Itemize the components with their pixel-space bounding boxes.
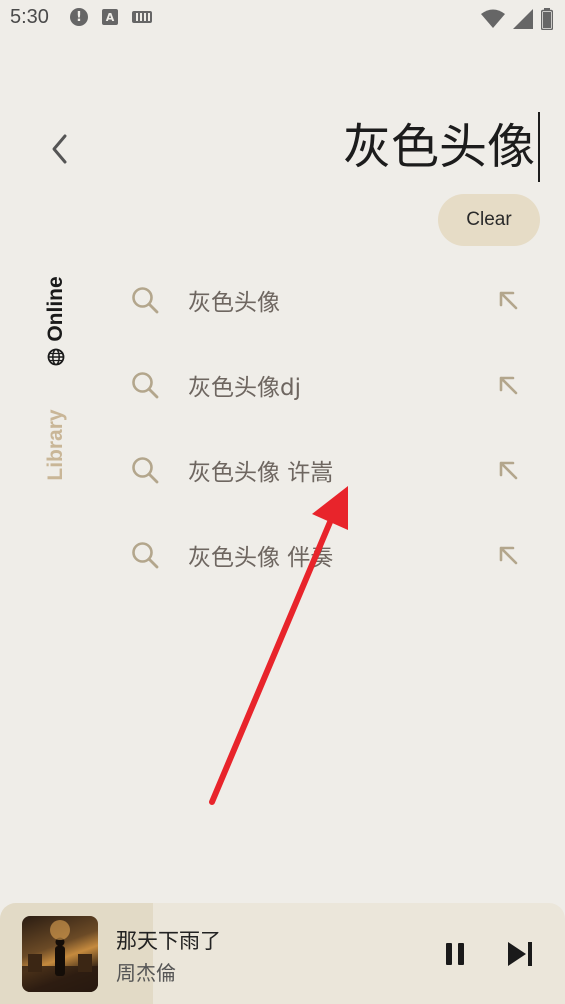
- search-icon: [132, 457, 159, 484]
- arrow-up-left-icon[interactable]: [494, 456, 522, 484]
- search-icon: [132, 542, 159, 569]
- alert-icon: !: [70, 8, 88, 26]
- song-title: 那天下雨了: [116, 929, 221, 953]
- search-icon: [132, 372, 159, 399]
- notification-icons: ! A: [70, 8, 152, 26]
- tab-online[interactable]: Online: [41, 271, 71, 371]
- search-input[interactable]: 灰色头像: [343, 112, 540, 182]
- tab-online-label: Online: [44, 276, 67, 342]
- album-art[interactable]: [22, 916, 98, 992]
- song-artist: 周杰倫: [116, 961, 176, 985]
- now-playing-bar[interactable]: 那天下雨了 周杰倫: [0, 903, 565, 1004]
- suggestion-text: 灰色头像: [188, 290, 280, 316]
- suggestion-text: 灰色头像 许嵩: [188, 460, 334, 486]
- suggestion-item[interactable]: 灰色头像 伴奏: [130, 525, 530, 585]
- tab-library[interactable]: Library: [41, 395, 71, 495]
- tab-library-label: Library: [44, 409, 67, 481]
- album-art-figure: [22, 920, 98, 992]
- keyboard-icon: [132, 11, 152, 23]
- status-bar: 5:30 ! A: [0, 0, 565, 38]
- signal-icon: [513, 9, 533, 29]
- arrow-up-left-icon[interactable]: [494, 371, 522, 399]
- arrow-up-left-icon[interactable]: [494, 286, 522, 314]
- a-box-icon: A: [102, 9, 118, 25]
- suggestion-text: 灰色头像dj: [188, 375, 301, 401]
- suggestion-item[interactable]: 灰色头像 许嵩: [130, 440, 530, 500]
- clear-button[interactable]: Clear: [438, 194, 540, 246]
- battery-icon: [541, 8, 553, 30]
- search-icon: [132, 287, 159, 314]
- suggestion-item[interactable]: 灰色头像: [130, 270, 530, 330]
- globe-icon: [47, 348, 65, 366]
- chevron-left-icon: [52, 134, 67, 164]
- status-time: 5:30: [10, 6, 49, 28]
- wifi-icon: [481, 9, 505, 28]
- system-icons: [481, 8, 553, 30]
- arrow-up-left-icon[interactable]: [494, 541, 522, 569]
- suggestion-text: 灰色头像 伴奏: [188, 545, 334, 571]
- suggestion-item[interactable]: 灰色头像dj: [130, 355, 530, 415]
- back-button[interactable]: [44, 132, 74, 166]
- skip-next-icon[interactable]: [504, 939, 538, 969]
- pause-icon[interactable]: [440, 939, 470, 969]
